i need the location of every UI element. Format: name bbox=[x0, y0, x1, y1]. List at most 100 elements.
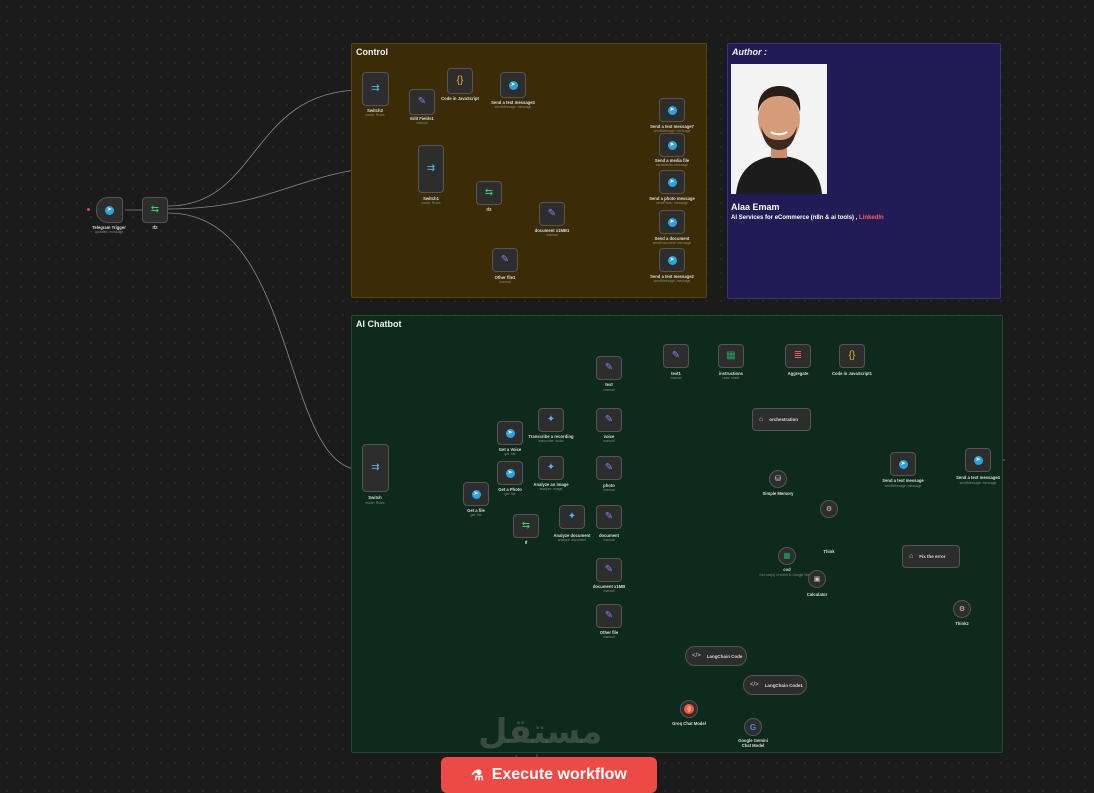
node-subtitle: sendDocument: message bbox=[652, 241, 692, 245]
author-name: Alaa Emam bbox=[731, 202, 780, 212]
trigger-indicator bbox=[87, 208, 90, 211]
telegram-icon: ➤ bbox=[973, 455, 983, 465]
code-brackets-icon: </> bbox=[692, 653, 701, 659]
node-title: LangChain Code bbox=[706, 653, 743, 659]
node-title: Calculator bbox=[806, 592, 828, 597]
pencil-icon: ✎ bbox=[500, 254, 510, 265]
node-subtitle: manual bbox=[603, 538, 615, 542]
node-subtitle: get: file bbox=[504, 452, 516, 456]
send-media-node[interactable]: ➤ bbox=[659, 133, 685, 157]
sparkle-icon: ✦ bbox=[546, 462, 556, 473]
switch-icon: ⇉ bbox=[426, 163, 436, 174]
node-title: Simple Memory bbox=[762, 491, 794, 496]
instructions-node[interactable]: ▦ bbox=[718, 344, 744, 368]
edit-fields1-node[interactable]: ✎ bbox=[409, 89, 435, 115]
sticky-note-control[interactable]: Control bbox=[351, 43, 707, 298]
transcribe-node[interactable]: ✦ bbox=[538, 408, 564, 432]
sparkle-icon: ✦ bbox=[567, 511, 577, 522]
node-title: Send a text message4 bbox=[956, 475, 1000, 480]
document-node[interactable]: ✎ bbox=[596, 505, 622, 529]
pencil-icon: ✎ bbox=[604, 511, 614, 522]
if3-node[interactable]: ⇆ bbox=[476, 181, 502, 205]
think2-node[interactable]: ⚙ bbox=[953, 600, 971, 618]
sticky-note-author[interactable]: Author : Alaa Emam AI Services for eComm… bbox=[727, 43, 1001, 299]
node-subtitle: sendMessage: message bbox=[959, 481, 997, 485]
send-text2-node[interactable]: ➤ bbox=[659, 248, 685, 272]
node-title: Fix the error bbox=[919, 554, 946, 559]
node-subtitle: read: sheet bbox=[722, 376, 740, 380]
send-text7-node[interactable]: ➤ bbox=[659, 98, 685, 122]
text-node[interactable]: ✎ bbox=[596, 356, 622, 380]
send-photo-node[interactable]: ➤ bbox=[659, 170, 685, 194]
if-node[interactable]: ⇆ bbox=[513, 514, 539, 538]
pencil-icon: ✎ bbox=[604, 610, 614, 621]
sticky-title-chatbot: AI Chatbot bbox=[356, 319, 402, 329]
watermark-logo: مستقل bbox=[478, 712, 603, 752]
pencil-icon: ✎ bbox=[604, 564, 614, 575]
other-file-node[interactable]: ✎ bbox=[596, 604, 622, 628]
gemini-chat-model-node[interactable]: G bbox=[744, 718, 762, 736]
telegram-icon: ➤ bbox=[667, 177, 677, 187]
text1-node[interactable]: ✎ bbox=[663, 344, 689, 368]
orchestration-agent-node[interactable]: ⌂ orchestration bbox=[752, 408, 811, 431]
photo-node[interactable]: ✎ bbox=[596, 456, 622, 480]
fix-the-error-agent-node[interactable]: ⌂ Fix the error bbox=[902, 545, 960, 568]
execute-workflow-button[interactable]: ⚗ Execute workflow bbox=[441, 757, 657, 793]
voice-node[interactable]: ✎ bbox=[596, 408, 622, 432]
sticky-note-ai-chatbot[interactable]: AI Chatbot bbox=[351, 315, 1003, 753]
telegram-icon: ➤ bbox=[898, 459, 908, 469]
node-subtitle: sendMedia: message bbox=[655, 163, 689, 167]
flask-icon: ⚗ bbox=[471, 766, 484, 783]
pencil-icon: ✎ bbox=[604, 462, 614, 473]
node-subtitle: sendMessage: message bbox=[653, 279, 691, 283]
if-icon: ⇆ bbox=[484, 187, 494, 198]
node-subtitle: manual bbox=[546, 233, 558, 237]
analyze-image-node[interactable]: ✦ bbox=[538, 456, 564, 480]
node-title: Groq Chat Model bbox=[672, 721, 706, 726]
think-node[interactable]: ⚙ bbox=[820, 500, 838, 518]
linkedin-link[interactable]: LinkedIn bbox=[859, 215, 884, 221]
sheet-icon: ▦ bbox=[783, 551, 791, 560]
telegram-trigger-node[interactable]: ➤ bbox=[96, 197, 123, 223]
cod-node[interactable]: ▦ bbox=[778, 547, 796, 565]
node-title: LangChain Code1 bbox=[764, 682, 803, 688]
analyze-document-node[interactable]: ✦ bbox=[559, 505, 585, 529]
switch1-node[interactable]: ⇉ bbox=[418, 145, 444, 193]
pencil-icon: ✎ bbox=[604, 362, 614, 373]
telegram-icon: ➤ bbox=[667, 105, 677, 115]
node-subtitle: get: file bbox=[470, 513, 482, 517]
node-subtitle: sendMessage: message bbox=[884, 484, 922, 488]
switch-node[interactable]: ⇉ bbox=[362, 444, 389, 492]
node-title: Switch bbox=[368, 495, 382, 500]
langchain-code-node[interactable]: </> LangChain Code bbox=[685, 646, 747, 666]
send-text3-node[interactable]: ➤ bbox=[500, 72, 526, 98]
send-text-node[interactable]: ➤ bbox=[890, 452, 916, 476]
simple-memory-node[interactable]: ⛁ bbox=[769, 470, 787, 488]
code-js1-node[interactable]: {} bbox=[839, 344, 865, 368]
calculator-node[interactable]: ▣ bbox=[808, 570, 826, 588]
if-icon: ⇆ bbox=[521, 520, 531, 531]
think-icon: ⚙ bbox=[825, 505, 833, 513]
switch2-node[interactable]: ⇉ bbox=[362, 72, 389, 106]
node-title: If2 bbox=[152, 225, 158, 230]
telegram-icon: ➤ bbox=[508, 80, 518, 90]
if2-node[interactable]: ⇆ bbox=[142, 197, 168, 223]
sparkle-icon: ✦ bbox=[546, 414, 556, 425]
author-photo bbox=[731, 64, 827, 194]
aggregate-node[interactable]: ≣ bbox=[785, 344, 811, 368]
get-file-node[interactable]: ➤ bbox=[463, 482, 489, 506]
braces-icon: {} bbox=[456, 75, 464, 86]
send-document-node[interactable]: ➤ bbox=[659, 210, 685, 234]
document-x1mb-node[interactable]: ✎ bbox=[596, 558, 622, 582]
telegram-icon: ➤ bbox=[105, 205, 114, 215]
other-file1-node[interactable]: ✎ bbox=[492, 248, 518, 272]
send-text4-node[interactable]: ➤ bbox=[965, 448, 991, 472]
groq-icon: g bbox=[684, 704, 694, 714]
node-subtitle: manual bbox=[603, 388, 615, 392]
groq-chat-model-node[interactable]: g bbox=[680, 700, 698, 718]
braces-icon: {} bbox=[848, 350, 856, 361]
document-x1mb1-node[interactable]: ✎ bbox=[539, 202, 565, 226]
langchain-code1-node[interactable]: </> LangChain Code1 bbox=[743, 675, 807, 695]
robot-icon: ⌂ bbox=[759, 416, 764, 423]
code-js-node[interactable]: {} bbox=[447, 68, 473, 94]
